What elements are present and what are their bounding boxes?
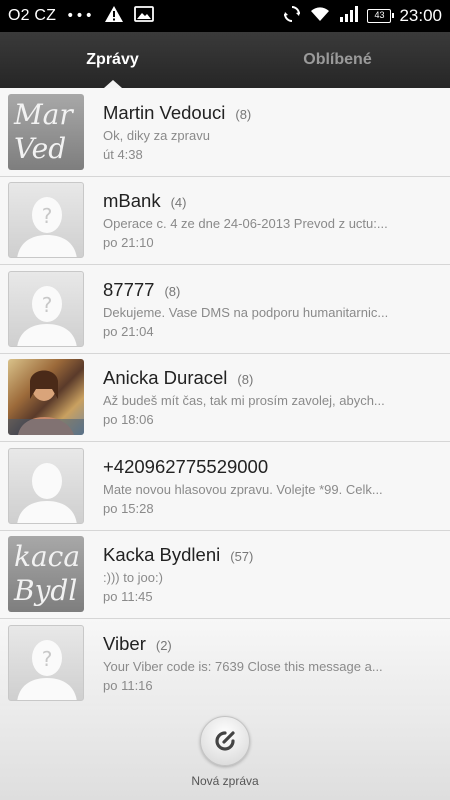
default-avatar-icon: ?: [17, 639, 77, 700]
contact-photo: [8, 370, 84, 436]
message-preview: :))) to joo:): [103, 570, 163, 586]
svg-text:?: ?: [42, 293, 53, 317]
contact-name: mBank: [103, 190, 161, 212]
contact-name: Viber: [103, 632, 146, 654]
message-preview: Mate novou hlasovou zpravu. Volejte *99.…: [103, 481, 383, 497]
message-title-row: Anicka Duracel (8): [103, 367, 450, 389]
message-title-row: Viber (2): [103, 633, 450, 655]
list-item[interactable]: +420962775529000 Mate novou hlasovou zpr…: [0, 442, 450, 531]
list-item[interactable]: Mar Ved Martin Vedouci (8) Ok, diky za zp…: [0, 88, 450, 177]
avatar[interactable]: Mar Ved: [8, 93, 84, 170]
message-preview: Your Viber code is: 7639 Close this mess…: [103, 658, 383, 674]
tab-favorites[interactable]: Oblíbené: [225, 32, 450, 88]
list-item[interactable]: ? 87777 (8) Dekujeme. Vase DMS na podpor…: [0, 265, 450, 354]
notification-dots: •••: [66, 8, 94, 24]
message-body: Martin Vedouci (8) Ok, diky za zpravu út…: [103, 102, 450, 162]
default-avatar-icon: ?: [17, 197, 77, 258]
avatar[interactable]: ?: [8, 270, 84, 347]
message-title-row: mBank (4): [103, 190, 450, 212]
wifi-icon: [309, 5, 331, 27]
message-time: po 11:16: [103, 677, 153, 693]
avatar[interactable]: [8, 447, 84, 524]
status-bar: O2 CZ ••• 43 23:00: [0, 0, 450, 32]
bottom-action-bar: Nová zpráva: [0, 706, 450, 800]
image-icon: [134, 5, 154, 27]
message-count: (8): [235, 106, 252, 122]
message-title-row: 87777 (8): [103, 279, 450, 301]
warning-icon: [104, 5, 124, 27]
avatar[interactable]: ?: [8, 624, 84, 701]
message-count: (8): [237, 372, 254, 388]
avatar-text: Mar Ved: [14, 97, 73, 165]
avatar[interactable]: ?: [8, 182, 84, 259]
message-time: po 18:06: [103, 412, 154, 428]
contact-name: 87777: [103, 278, 155, 300]
message-body: 87777 (8) Dekujeme. Vase DMS na podporu …: [103, 279, 450, 339]
avatar-text: kaca Bydl: [14, 540, 81, 608]
message-time: út 4:38: [103, 146, 143, 162]
new-message-label: Nová zpráva: [191, 774, 259, 788]
message-preview: Ok, diky za zpravu: [103, 127, 210, 143]
tab-bar: Zprávy Oblíbené: [0, 32, 450, 88]
default-avatar-icon: [17, 462, 77, 523]
list-item[interactable]: ? mBank (4) Operace c. 4 ze dne 24-06-20…: [0, 176, 450, 265]
list-item[interactable]: kaca Bydl Kacka Bydleni (57) :))) to joo:…: [0, 530, 450, 619]
message-time: po 15:28: [103, 500, 154, 516]
message-title-row: +420962775529000: [103, 456, 450, 478]
sync-icon: [283, 5, 301, 27]
contact-name: Anicka Duracel: [103, 367, 228, 389]
avatar[interactable]: [8, 359, 84, 436]
list-item[interactable]: Anicka Duracel (8) Až budeš mít čas, tak…: [0, 353, 450, 442]
message-title-row: Martin Vedouci (8): [103, 102, 450, 124]
message-body: Kacka Bydleni (57) :))) to joo:) po 11:4…: [103, 544, 450, 604]
message-time: po 21:04: [103, 323, 154, 339]
message-list: Mar Ved Martin Vedouci (8) Ok, diky za zp…: [0, 88, 450, 706]
tab-messages[interactable]: Zprávy: [0, 32, 225, 88]
list-item[interactable]: ? Viber (2) Your Viber code is: 7639 Clo…: [0, 619, 450, 706]
signal-icon: [339, 5, 359, 27]
compose-icon: [215, 731, 235, 751]
svg-text:?: ?: [42, 204, 53, 228]
carrier-label: O2 CZ: [8, 7, 57, 24]
contact-name: Martin Vedouci: [103, 101, 226, 123]
message-title-row: Kacka Bydleni (57): [103, 544, 450, 566]
avatar[interactable]: kaca Bydl: [8, 536, 84, 613]
message-body: Viber (2) Your Viber code is: 7639 Close…: [103, 633, 450, 693]
message-preview: Dekujeme. Vase DMS na podporu humanitarn…: [103, 304, 389, 320]
message-preview: Až budeš mít čas, tak mi prosím zavolej,…: [103, 393, 385, 409]
message-preview: Operace c. 4 ze dne 24-06-2013 Prevod z …: [103, 216, 388, 232]
clock: 23:00: [399, 6, 442, 25]
message-body: +420962775529000 Mate novou hlasovou zpr…: [103, 456, 450, 516]
contact-name: Kacka Bydleni: [103, 544, 221, 566]
message-count: (8): [164, 283, 181, 299]
message-time: po 11:45: [103, 589, 153, 605]
message-count: (2): [155, 637, 172, 653]
battery-icon: 43: [367, 9, 395, 23]
contact-name: +420962775529000: [103, 455, 269, 477]
message-body: Anicka Duracel (8) Až budeš mít čas, tak…: [103, 367, 450, 427]
svg-text:?: ?: [42, 647, 53, 671]
default-avatar-icon: ?: [17, 285, 77, 346]
message-count: (57): [230, 549, 254, 565]
message-time: po 21:10: [103, 235, 154, 251]
message-body: mBank (4) Operace c. 4 ze dne 24-06-2013…: [103, 190, 450, 250]
new-message-button[interactable]: [200, 716, 250, 766]
message-count: (4): [170, 195, 187, 211]
